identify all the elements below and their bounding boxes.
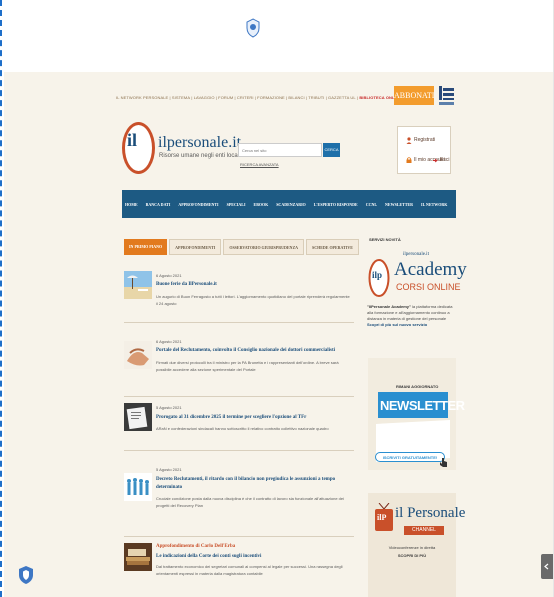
chevron-left-icon <box>544 563 549 570</box>
academy-top: ilpersonale.it <box>403 252 429 257</box>
network-link[interactable]: IL NETWORK PERSONALE <box>116 95 168 100</box>
nav-ccnl[interactable]: CCNL <box>366 202 377 207</box>
academy-desc-bold: "IlPersonale Academy" <box>367 304 411 309</box>
academy-mark: ilp <box>372 270 383 280</box>
nav-ebook[interactable]: EBOOK <box>254 202 269 207</box>
nav-home[interactable]: HOME <box>125 202 138 207</box>
news-date: 5 Agosto 2021 <box>156 467 182 472</box>
network-link[interactable]: CRITERI <box>237 95 254 100</box>
nav-banca-dati[interactable]: BANCA DATI <box>146 202 171 207</box>
academy-name: Academy <box>394 259 467 280</box>
newsletter-title: NEWSLETTER <box>380 398 465 413</box>
people-thumbnail <box>124 473 152 501</box>
news-item[interactable]: 5 Agosto 2021 Prorogato al 31 dicembre 2… <box>124 401 354 451</box>
shield-badge-icon[interactable] <box>246 18 260 38</box>
publisher-logo-icon <box>439 86 454 105</box>
news-title[interactable]: Buone ferie da IlPersonale.it <box>156 281 352 289</box>
news-title[interactable]: Decreto Reclutamenti, il ritardo con il … <box>156 476 352 492</box>
news-date: 6 Agosto 2021 <box>156 339 182 344</box>
academy-description: "IlPersonale Academy" la piattaforma ded… <box>367 304 457 328</box>
channel-name: il Personale <box>395 505 466 521</box>
news-excerpt: Un augurio di Buon Ferragosto a tutti i … <box>156 294 350 306</box>
browser-viewport: { "top_ad": { "links": ["IL NETWORK PERS… <box>0 0 554 597</box>
user-icon <box>406 137 412 144</box>
network-link[interactable]: FORUM <box>218 95 233 100</box>
newsletter-subscribe-button[interactable]: ISCRIVITI GRATUITAMENTE! <box>375 452 445 462</box>
lock-icon <box>406 157 412 163</box>
channel-line2[interactable]: SCOPRI DI PIÙ <box>372 553 452 558</box>
news-item[interactable]: 5 Agosto 2021 Decreto Reclutamenti, il r… <box>124 461 354 537</box>
search-button[interactable]: CERCA <box>323 143 340 157</box>
news-excerpt: Cruciale condizione posta dalla nuova di… <box>156 496 344 508</box>
shield-icon[interactable] <box>19 566 33 584</box>
cursor-hand-icon <box>440 458 447 467</box>
channel-ribbon: CHANNEL <box>404 526 444 535</box>
tab-approfondimenti[interactable]: APPROFONDIMENTI <box>169 239 222 255</box>
news-title[interactable]: Le indicazioni della Corte dei conti sug… <box>156 553 352 561</box>
news-excerpt: Firmati due diversi protocolli tra il mi… <box>156 360 339 372</box>
newsletter-banner[interactable]: RIMANI AGGIORNATO NEWSLETTER ISCRIVITI G… <box>368 358 465 470</box>
nav-network[interactable]: IL NETWORK <box>421 202 447 207</box>
site-logo[interactable]: il ilpersonale.it Risorse umane negli en… <box>122 122 241 182</box>
network-link[interactable]: FORMAZIONE <box>257 95 285 100</box>
network-link[interactable]: GAZZETTA UL <box>328 95 356 100</box>
nav-esperto-risponde[interactable]: L'ESPERTO RISPONDE <box>314 202 358 207</box>
main-nav: HOME BANCA DATI APPROFONDIMENTI SPECIALI… <box>122 190 456 218</box>
news-item[interactable]: 6 Agosto 2021 Portale del Reclutamento, … <box>124 331 354 397</box>
academy-banner[interactable]: ilpersonale.it ilp Academy CORSI ONLINE <box>368 252 467 302</box>
scroll-handle[interactable] <box>541 554 553 579</box>
exit-link[interactable]: Esci <box>440 157 449 163</box>
news-title[interactable]: Prorogato al 31 dicembre 2025 il termine… <box>156 414 352 422</box>
news-item[interactable]: 6 Agosto 2021 Buone ferie da IlPersonale… <box>124 261 354 323</box>
sidebar-title: SERVIZI NOVITÀ <box>369 237 401 242</box>
tab-osservatorio[interactable]: OSSERVATORIO GIURISPRUDENZA <box>223 239 304 255</box>
network-link[interactable]: TRIBUTI <box>308 95 324 100</box>
network-link[interactable]: SISTEMA <box>172 95 190 100</box>
academy-link[interactable]: Scopri di più sul nuovo servizio <box>367 322 457 328</box>
channel-line1: Videoconferenze in diretta <box>388 545 436 550</box>
nav-newsletter[interactable]: NEWSLETTER <box>385 202 413 207</box>
advanced-search-link[interactable]: RICERCA AVANZATA <box>240 162 279 167</box>
channel-mark: ilP <box>377 513 387 522</box>
logo-name: ilpersonale.it <box>158 134 242 151</box>
search-input[interactable] <box>238 143 322 157</box>
abbonati-button[interactable]: ABBONATI <box>394 86 434 105</box>
documents-thumbnail <box>124 403 152 431</box>
handshake-thumbnail <box>124 341 152 369</box>
beach-thumbnail <box>124 271 152 299</box>
news-date: 5 Agosto 2021 <box>156 405 182 410</box>
register-link[interactable]: Registrati <box>414 137 435 143</box>
news-tabs: IN PRIMO PIANO APPROFONDIMENTI OSSERVATO… <box>124 239 359 255</box>
top-blank-bar <box>4 0 553 72</box>
tab-schede-operative[interactable]: SCHEDE OPERATIVE <box>306 239 359 255</box>
news-title[interactable]: Portale del Reclutamento, coinvolto il C… <box>156 347 352 355</box>
news-item[interactable]: Approfondimento di Carlo Dell'Erba Le in… <box>124 541 354 597</box>
nav-approfondimenti[interactable]: APPROFONDIMENTI <box>178 202 218 207</box>
logo-tagline: Risorse umane negli enti locali <box>159 153 241 159</box>
news-kicker: Approfondimento di Carlo Dell'Erba <box>156 544 236 549</box>
academy-sub: CORSI ONLINE <box>396 282 461 292</box>
tab-primo-piano[interactable]: IN PRIMO PIANO <box>124 239 168 255</box>
news-excerpt: ARaN e confederazioni sindacali hanno so… <box>156 426 329 431</box>
news-list: 6 Agosto 2021 Buone ferie da IlPersonale… <box>124 261 354 597</box>
network-link[interactable]: LAVAGGIO <box>194 95 215 100</box>
books-thumbnail <box>124 543 152 571</box>
channel-banner[interactable]: ilP il Personale CHANNEL Videoconferenze… <box>368 493 465 597</box>
logo-mark: il <box>127 130 138 150</box>
nav-scadenzario[interactable]: SCADENZARIO <box>276 202 306 207</box>
news-date: 6 Agosto 2021 <box>156 273 182 278</box>
network-link[interactable]: BILANCI <box>288 95 304 100</box>
exit-icon <box>433 158 438 163</box>
newsletter-kicker: RIMANI AGGIORNATO <box>396 384 439 389</box>
news-excerpt: Dal trattamento economico dei segretari … <box>156 564 343 576</box>
left-dashed-border <box>0 0 3 597</box>
account-box: Registrati Il mio account Esci <box>397 126 451 174</box>
nav-speciali[interactable]: SPECIALI <box>227 202 246 207</box>
